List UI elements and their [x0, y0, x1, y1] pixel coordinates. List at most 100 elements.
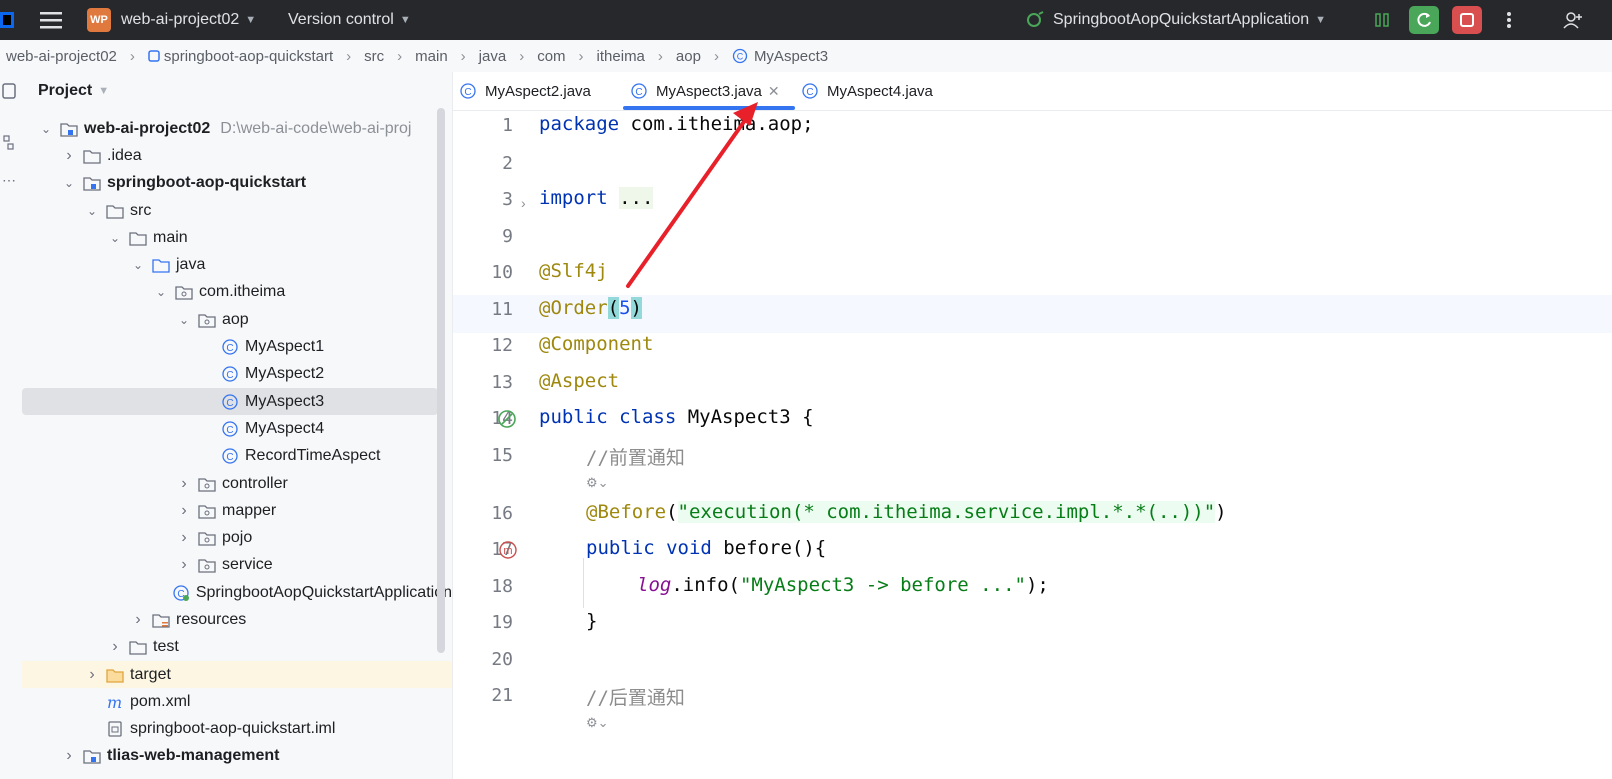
tree-item[interactable]: › target: [22, 660, 452, 689]
tree-item[interactable]: C RecordTimeAspect: [22, 443, 452, 470]
run-configuration-selector[interactable]: SpringbootAopQuickstartApplication ▼: [1025, 0, 1326, 40]
tree-item[interactable]: › test: [22, 634, 452, 661]
chevron-right-icon[interactable]: ›: [61, 747, 77, 765]
project-panel-header[interactable]: Project ▼: [38, 82, 109, 100]
class-icon: C: [802, 83, 818, 99]
chevron-right-icon[interactable]: ›: [176, 556, 192, 574]
breadcrumb-item[interactable]: itheima: [597, 48, 645, 65]
ai-hint-icon[interactable]: ⚙⌄: [586, 475, 609, 491]
more-tools-icon[interactable]: ⋯: [2, 172, 16, 189]
tree-item[interactable]: m pom.xml: [22, 688, 452, 715]
tab-myaspect4[interactable]: C MyAspect4.java: [801, 72, 933, 110]
chevron-right-icon[interactable]: ›: [176, 475, 192, 493]
tree-item[interactable]: › .idea: [22, 142, 452, 169]
tree-item[interactable]: C MyAspect1: [22, 333, 452, 360]
folder-icon: [83, 148, 101, 164]
svg-text:m: m: [503, 545, 512, 557]
structure-tool-icon[interactable]: [2, 134, 16, 157]
tree-item[interactable]: › service: [22, 552, 452, 579]
breadcrumb-item[interactable]: java: [479, 48, 507, 65]
tree-item[interactable]: ⌄ springboot-aop-quickstart: [22, 170, 452, 197]
fold-chevron-icon[interactable]: ›: [521, 195, 526, 211]
iml-file-icon: [106, 721, 124, 737]
breadcrumb-item[interactable]: web-ai-project02: [6, 48, 117, 65]
module-icon: [83, 175, 101, 191]
tree-item[interactable]: C MyAspect4: [22, 415, 452, 442]
breadcrumb-item[interactable]: aop: [676, 48, 701, 65]
chevron-right-icon[interactable]: ›: [61, 147, 77, 165]
breadcrumb-item[interactable]: C MyAspect3: [732, 48, 828, 65]
project-scrollbar[interactable]: [437, 108, 445, 653]
code-editor[interactable]: 1 2 3 9 10 11 12 13 14 15 16 17 18 19 20…: [453, 111, 1612, 779]
project-switcher[interactable]: WP web-ai-project02 ▼: [87, 0, 256, 40]
chevron-right-icon[interactable]: ›: [176, 529, 192, 547]
breadcrumb: web-ai-project02 › springboot-aop-quicks…: [0, 40, 1612, 73]
line-number: 1: [502, 115, 513, 136]
tree-item[interactable]: C MyAspect3: [22, 387, 438, 416]
tab-myaspect2[interactable]: C MyAspect2.java: [459, 72, 591, 110]
tree-item[interactable]: › pojo: [22, 524, 452, 551]
bean-icon[interactable]: [497, 409, 519, 436]
main-menu-icon[interactable]: [40, 0, 64, 40]
close-icon[interactable]: ✕: [768, 83, 780, 100]
class-icon: C: [221, 421, 239, 437]
project-tool-icon[interactable]: [2, 82, 16, 105]
tree-item[interactable]: ⌄ aop: [22, 306, 452, 333]
chevron-right-icon[interactable]: ›: [107, 638, 123, 656]
code-line-21: //后置通知: [586, 687, 685, 709]
breadcrumb-item[interactable]: main: [415, 48, 448, 65]
tree-item[interactable]: › tlias-web-management: [22, 743, 452, 770]
advice-method-icon[interactable]: m: [497, 540, 519, 567]
tree-item-label: aop: [222, 310, 249, 328]
tree-item[interactable]: ⌄ main: [22, 224, 452, 251]
version-control-menu[interactable]: Version control ▼: [288, 0, 411, 40]
chevron-down-icon[interactable]: ⌄: [130, 258, 146, 272]
class-icon: C: [221, 339, 239, 355]
folder-icon: [129, 639, 147, 655]
code-line-12: @Component: [539, 333, 654, 355]
tree-item[interactable]: springboot-aop-quickstart.iml: [22, 716, 452, 743]
pause-icon[interactable]: [1367, 6, 1397, 34]
tree-item-label: MyAspect1: [245, 338, 325, 356]
chevron-down-icon[interactable]: ⌄: [107, 231, 123, 245]
line-number: 20: [491, 649, 513, 670]
rerun-button[interactable]: [1409, 6, 1439, 34]
indent-guide: [583, 558, 584, 608]
ai-hint-icon[interactable]: ⚙⌄: [586, 715, 609, 731]
tree-item[interactable]: ⌄ java: [22, 251, 452, 278]
folder-icon: [106, 203, 124, 219]
breadcrumb-item[interactable]: com: [537, 48, 565, 65]
tree-item[interactable]: ⌄ web-ai-project02 D:\web-ai-code\web-ai-p…: [22, 115, 452, 142]
folded-imports[interactable]: ...: [619, 187, 654, 209]
chevron-down-icon[interactable]: ⌄: [38, 122, 54, 136]
breadcrumb-item[interactable]: springboot-aop-quickstart: [148, 48, 333, 65]
tab-myaspect3[interactable]: C MyAspect3.java ✕: [630, 72, 780, 110]
chevron-down-icon[interactable]: ⌄: [176, 313, 192, 327]
tree-item[interactable]: C MyAspect2: [22, 361, 452, 388]
chevron-right-icon: ›: [578, 47, 584, 65]
ide-logo-icon[interactable]: [0, 0, 14, 40]
tree-item[interactable]: › controller: [22, 470, 452, 497]
tree-item[interactable]: C SpringbootAopQuickstartApplication: [22, 579, 452, 606]
breadcrumb-item[interactable]: src: [364, 48, 384, 65]
chevron-right-icon[interactable]: ›: [176, 502, 192, 520]
add-user-icon[interactable]: [1558, 6, 1588, 34]
tree-item-label: web-ai-project02: [84, 119, 211, 137]
tree-item[interactable]: › resources: [22, 606, 452, 633]
chevron-down-icon[interactable]: ⌄: [153, 285, 169, 299]
tree-item-label: MyAspect4: [245, 419, 325, 437]
class-icon: C: [221, 448, 239, 464]
tree-item[interactable]: ⌄ com.itheima: [22, 279, 452, 306]
chevron-down-icon[interactable]: ⌄: [84, 204, 100, 218]
chevron-right-icon[interactable]: ›: [84, 666, 100, 684]
tree-item-label: .idea: [107, 146, 142, 164]
tree-item[interactable]: ⌄ src: [22, 197, 452, 224]
chevron-down-icon[interactable]: ⌄: [61, 176, 77, 190]
chevron-right-icon[interactable]: ›: [130, 611, 146, 629]
class-icon: C: [732, 48, 748, 64]
chevron-down-icon: ▼: [245, 14, 257, 26]
more-actions-icon[interactable]: [1494, 6, 1524, 34]
line-number: 19: [491, 612, 513, 633]
stop-button[interactable]: [1452, 6, 1482, 34]
tree-item[interactable]: › mapper: [22, 497, 452, 524]
